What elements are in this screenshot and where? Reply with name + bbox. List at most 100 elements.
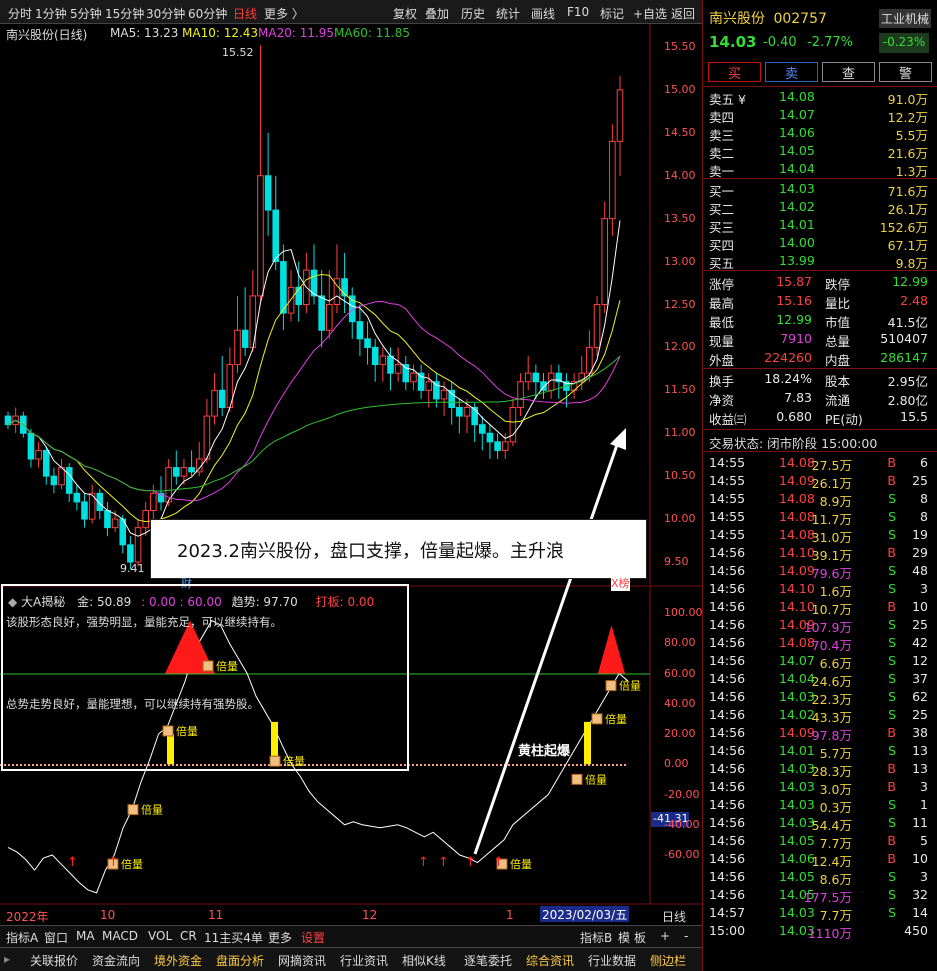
period-daily[interactable]: 日线	[233, 5, 257, 22]
tick-row[interactable]: 14:55 14.08 11.7万 S 8	[703, 508, 936, 527]
price-tick: 13.00	[664, 254, 696, 268]
tick-row[interactable]: 14:57 14.03 7.7万 S 14	[703, 904, 936, 923]
tick-row[interactable]: 14:56 14.06 12.4万 B 10	[703, 850, 936, 869]
stat-row[interactable]: 现量 7910 总量 510407	[703, 330, 936, 349]
tick-row[interactable]: 14:56 14.04 24.6万 S 37	[703, 670, 936, 689]
action-huaxian[interactable]: 画线	[531, 5, 555, 22]
sell-level[interactable]: 卖一 14.04 1.3万	[703, 160, 936, 179]
sub-tick: 100.00	[664, 606, 703, 619]
stat-row[interactable]: 外盘 224260 内盘 286147	[703, 349, 936, 368]
tick-row[interactable]: 14:56 14.05 7.7万 B 5	[703, 832, 936, 851]
tick-row[interactable]: 14:56 14.09 97.8万 B 38	[703, 724, 936, 743]
buy-level[interactable]: 买三 14.01 152.6万	[703, 216, 936, 235]
candle-body	[264, 175, 272, 211]
tick-row[interactable]: 14:56 14.03 22.3万 S 62	[703, 688, 936, 707]
action-diejia[interactable]: 叠加	[425, 5, 449, 22]
tab-zhibiao-b[interactable]: 指标B	[580, 929, 612, 946]
tick-row[interactable]: 14:55 14.09 26.1万 B 25	[703, 472, 936, 491]
action-lishi[interactable]: 历史	[461, 5, 485, 22]
action-add-favorite[interactable]: +自选	[633, 5, 667, 22]
chart-area[interactable]: 倍量 倍量 倍量 倍量 倍量 倍量 倍量 倍量 倍量 ↑ ↑ ↑ ↑ ↑ ↑ 南兴股份(日线) MA5: 1…	[0, 24, 703, 924]
btab-xiangsi[interactable]: 相似K线	[402, 952, 446, 969]
tab-macd[interactable]: MACD	[102, 929, 138, 943]
sell-button[interactable]: 卖	[765, 62, 818, 82]
tick-row[interactable]: 14:56 14.03 28.3万 B 13	[703, 760, 936, 779]
kline-chart[interactable]: 倍量倍量倍量倍量倍量倍量倍量倍量倍量↑ ↑ ↑ ↑ ↑ ↑	[0, 24, 702, 924]
tab-more[interactable]: 更多	[268, 929, 292, 946]
btab-jingwai[interactable]: 境外资金	[154, 952, 202, 969]
query-button[interactable]: 查	[822, 62, 875, 82]
stat-row[interactable]: 最低 12.99 市值 41.5亿	[703, 311, 936, 330]
tab-vol[interactable]: VOL	[148, 929, 172, 943]
tab-cr[interactable]: CR	[180, 929, 197, 943]
tick-row[interactable]: 14:56 14.02 43.3万 S 25	[703, 706, 936, 725]
tab-ban[interactable]: 板	[634, 929, 646, 946]
zoom-in-button[interactable]: +	[660, 929, 670, 943]
stat2-row[interactable]: 收益㈢ 0.680 PE(动) 15.5	[703, 408, 936, 427]
tick-row[interactable]: 14:55 14.08 31.0万 S 19	[703, 526, 936, 545]
btab-hangye-data[interactable]: 行业数据	[588, 952, 636, 969]
tick-row[interactable]: 14:56 14.01 5.7万 S 13	[703, 742, 936, 761]
stat-row[interactable]: 涨停 15.87 跌停 12.99	[703, 273, 936, 292]
btab-guanlian[interactable]: 关联报价	[30, 952, 78, 969]
tab-mo[interactable]: 模	[618, 929, 630, 946]
tick-row[interactable]: 14:56 14.07 6.6万 S 12	[703, 652, 936, 671]
zoom-out-button[interactable]: -	[684, 929, 688, 943]
action-f10[interactable]: F10	[567, 5, 589, 19]
tick-row[interactable]: 14:56 14.05 8.6万 S 3	[703, 868, 936, 887]
tab-zhibiao-a[interactable]: 指标A	[6, 929, 38, 946]
tick-row[interactable]: 14:56 14.10 39.1万 B 29	[703, 544, 936, 563]
stat2-row[interactable]: 净资 7.83 流通 2.80亿	[703, 389, 936, 408]
tick-row[interactable]: 14:56 14.10 10.7万 B 10	[703, 598, 936, 617]
tick-row[interactable]: 14:56 14.03 3.0万 B 3	[703, 778, 936, 797]
tick-row[interactable]: 14:56 14.10 1.6万 S 3	[703, 580, 936, 599]
tick-row[interactable]: 15:00 14.03 1110万 450	[703, 922, 936, 941]
period-15min[interactable]: 15分钟	[105, 5, 144, 22]
tick-row[interactable]: 14:56 14.03 0.3万 S 1	[703, 796, 936, 815]
action-tongji[interactable]: 统计	[496, 5, 520, 22]
tab-settings[interactable]: 设置	[301, 929, 325, 946]
buy-level[interactable]: 买四 14.00 67.1万	[703, 234, 936, 253]
period-60min[interactable]: 60分钟	[188, 5, 227, 22]
btab-sidebar[interactable]: 侧边栏	[650, 952, 686, 969]
sell-level[interactable]: 卖二 14.05 21.6万	[703, 142, 936, 161]
tick-row[interactable]: 14:56 14.05 177.5万 S 32	[703, 886, 936, 905]
buy-button[interactable]: 买	[708, 62, 761, 82]
btab-wangzhai[interactable]: 网摘资讯	[278, 952, 326, 969]
beiliang-icon	[571, 773, 583, 785]
action-fuquan[interactable]: 复权	[393, 5, 417, 22]
arrow-right-icon[interactable]: ▸	[4, 952, 10, 966]
tab-11zhumai[interactable]: 11主买4单	[204, 929, 263, 946]
sell-level[interactable]: 卖五 ¥14.08 91.0万	[703, 88, 936, 107]
btab-pankou[interactable]: 盘面分析	[216, 952, 264, 969]
tick-row[interactable]: 14:56 14.09 79.6万 S 48	[703, 562, 936, 581]
btab-zonghe[interactable]: 综合资讯	[526, 952, 574, 969]
period-5min[interactable]: 5分钟	[70, 5, 102, 22]
sell-level[interactable]: 卖三 14.06 5.5万	[703, 124, 936, 143]
tick-row[interactable]: 14:56 14.03 54.4万 S 11	[703, 814, 936, 833]
stat-row[interactable]: 最高 15.16 量比 2.48	[703, 292, 936, 311]
tab-ma[interactable]: MA	[76, 929, 95, 943]
btab-zijin[interactable]: 资金流向	[92, 952, 140, 969]
buy-level[interactable]: 买五 13.99 9.8万	[703, 252, 936, 271]
tab-chuangkou[interactable]: 窗口	[44, 929, 68, 946]
alert-button[interactable]: 警	[879, 62, 932, 82]
period-30min[interactable]: 30分钟	[146, 5, 185, 22]
buy-level[interactable]: 买一 14.03 71.6万	[703, 180, 936, 199]
industry-name[interactable]: 工业机械	[879, 9, 932, 28]
buy-level[interactable]: 买二 14.02 26.1万	[703, 198, 936, 217]
period-1min[interactable]: 1分钟	[35, 5, 67, 22]
tick-row[interactable]: 14:55 14.08 27.5万 B 6	[703, 454, 936, 473]
stat2-row[interactable]: 换手 18.24% 股本 2.95亿	[703, 370, 936, 389]
price-tick: 15.50	[664, 40, 696, 53]
action-biaoji[interactable]: 标记	[600, 5, 624, 22]
btab-hangye[interactable]: 行业资讯	[340, 952, 388, 969]
sell-level[interactable]: 卖四 14.07 12.2万	[703, 106, 936, 125]
action-back[interactable]: 返回	[671, 5, 695, 22]
period-more[interactable]: 更多 〉	[264, 5, 304, 22]
period-fenshi[interactable]: 分时	[8, 5, 32, 22]
btab-zhubi[interactable]: 逐笔委托	[464, 952, 512, 969]
tick-row[interactable]: 14:56 14.08 70.4万 S 42	[703, 634, 936, 653]
tick-row[interactable]: 14:55 14.08 8.9万 S 8	[703, 490, 936, 509]
tick-row[interactable]: 14:56 14.09 107.9万 S 25	[703, 616, 936, 635]
